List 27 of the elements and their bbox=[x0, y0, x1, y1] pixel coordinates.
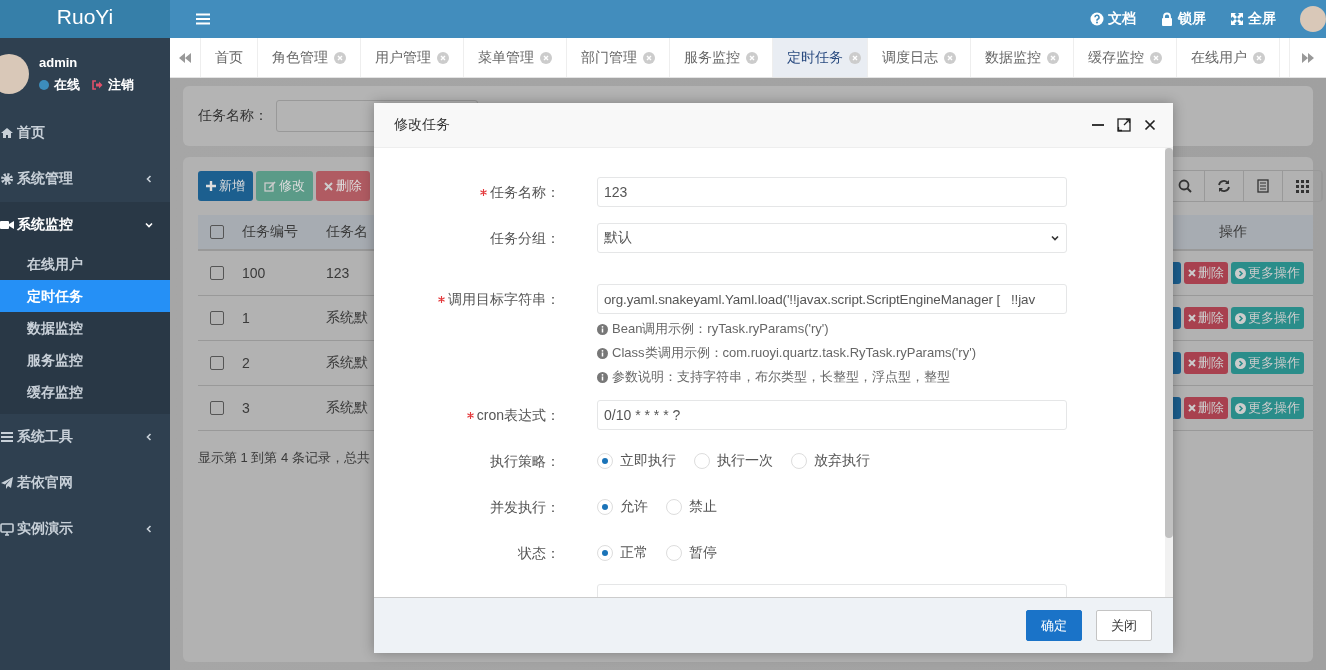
table-cell: 1 bbox=[242, 310, 250, 326]
field-label: 任务分组： bbox=[490, 229, 560, 248]
table-cell: 2 bbox=[242, 355, 250, 371]
help-text: Bean调用示例：ryTask.ryParams('ry') bbox=[612, 320, 829, 338]
field-label: 任务名称： bbox=[490, 183, 560, 202]
table-cell: 123 bbox=[326, 265, 350, 281]
field-label: 状态： bbox=[518, 544, 560, 563]
app-logo: RuoYi bbox=[56, 5, 114, 29]
field-label: cron表达式： bbox=[476, 406, 560, 425]
user-name: admin bbox=[39, 55, 78, 70]
table-cell: 3 bbox=[242, 400, 250, 416]
column-header: 操作 bbox=[1219, 223, 1247, 241]
column-header: 任务名 bbox=[326, 223, 368, 241]
field-label: 并发执行： bbox=[490, 498, 560, 517]
table-cell: 系统默 bbox=[326, 309, 368, 327]
field-label: 调用目标字符串： bbox=[448, 290, 560, 309]
online-status: 在线 bbox=[54, 76, 80, 94]
column-header: 任务编号 bbox=[242, 223, 298, 241]
table-cell: 系统默 bbox=[326, 354, 368, 372]
table-cell: 系统默 bbox=[326, 399, 368, 417]
table-cell: 100 bbox=[242, 265, 266, 281]
dialog-title: 修改任务 bbox=[394, 116, 451, 134]
field-label: 执行策略： bbox=[490, 452, 560, 471]
help-text: Class类调用示例：com.ruoyi.quartz.task.RyTask.ryParams('ry') bbox=[612, 344, 976, 362]
help-text: 参数说明：支持字符串，布尔类型，长整型，浮点型，整型 bbox=[612, 368, 950, 386]
field-label: 任务名称： bbox=[198, 107, 268, 125]
pagination-info: 显示第 1 到第 4 条记录，总共 bbox=[198, 450, 370, 465]
